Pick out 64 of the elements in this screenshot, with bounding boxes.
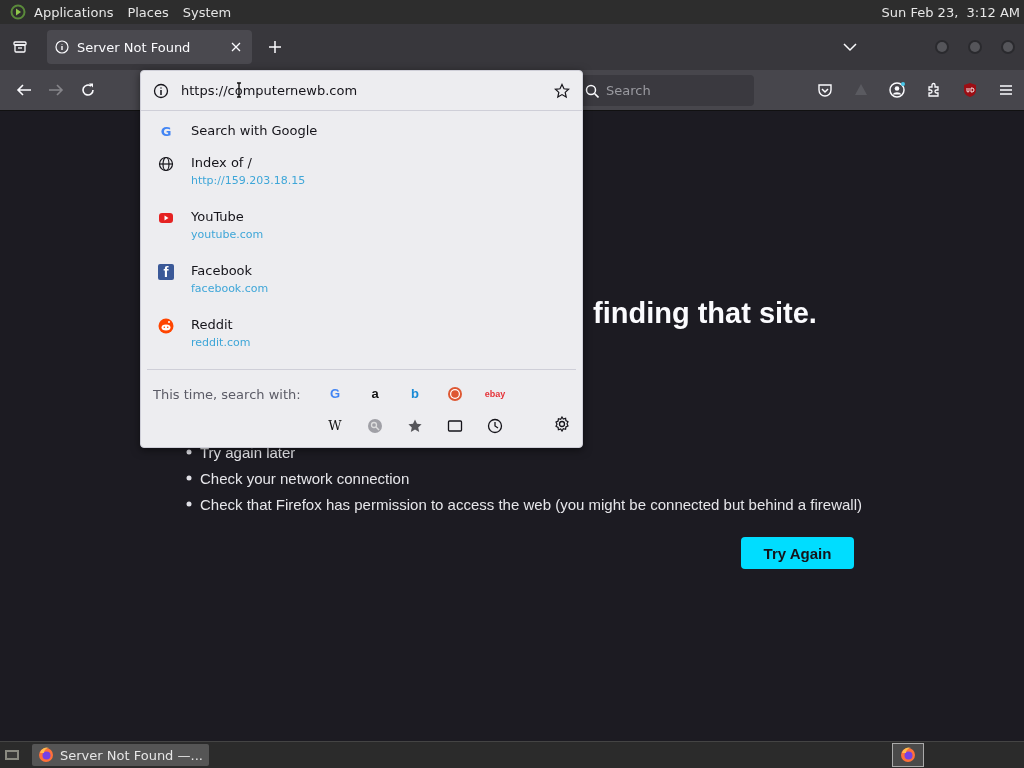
search-engine-icon[interactable] bbox=[447, 386, 463, 402]
browser-logo-icon bbox=[900, 747, 916, 763]
suggestion-url: http://159.203.18.15 bbox=[191, 174, 306, 187]
globe-icon bbox=[158, 156, 174, 172]
taskbar-window-title: Server Not Found —... bbox=[60, 747, 203, 763]
search-engine-button[interactable]: ebay bbox=[484, 386, 506, 402]
site-logo: f bbox=[158, 264, 174, 280]
suggestion-title: Facebook bbox=[191, 263, 254, 278]
suggestion-item[interactable]: YouTube youtube.com bbox=[141, 203, 582, 257]
clock-text: Sun Feb 23, 3:12 AM bbox=[881, 4, 1020, 20]
show-desktop-icon[interactable] bbox=[4, 747, 20, 763]
panel-menu[interactable]: Applications bbox=[34, 4, 114, 20]
browser-tab[interactable]: Server Not Found bbox=[47, 30, 252, 64]
pocket-icon[interactable] bbox=[817, 82, 833, 98]
tip-text: Try again later bbox=[200, 443, 296, 461]
account-icon[interactable] bbox=[889, 81, 906, 99]
close-icon[interactable] bbox=[230, 41, 242, 53]
chevron-down-icon[interactable] bbox=[843, 42, 857, 52]
bullet-icon bbox=[186, 475, 192, 481]
site-logo-icon bbox=[158, 210, 174, 226]
tab-overview-icon[interactable] bbox=[12, 39, 28, 55]
workspace-switcher[interactable] bbox=[892, 743, 924, 767]
suggestion-title: Reddit bbox=[191, 317, 234, 332]
puzzle-icon[interactable] bbox=[926, 82, 942, 98]
menu-icon[interactable] bbox=[998, 82, 1014, 98]
bullet-icon bbox=[186, 449, 192, 455]
star-icon[interactable] bbox=[554, 82, 570, 99]
panel-menu[interactable]: System bbox=[182, 4, 232, 20]
search-engine-logo: G bbox=[160, 124, 172, 140]
taskbar-window-button[interactable]: Server Not Found —... bbox=[32, 744, 209, 766]
tip-text: Check that Firefox has permission to access the web (you might be connected but behind a firewall) bbox=[200, 495, 862, 513]
suggestion-url: youtube.com bbox=[191, 228, 264, 241]
new-tab-icon[interactable] bbox=[268, 40, 282, 54]
suggestion-title: Index of / bbox=[191, 155, 253, 170]
search-icon bbox=[585, 83, 599, 98]
suggestion-item[interactable]: Index of / http://159.203.18.15 bbox=[141, 149, 582, 203]
site-logo-icon bbox=[158, 318, 174, 334]
browser-logo-icon bbox=[38, 747, 54, 763]
error-heading: finding that site. bbox=[593, 296, 817, 331]
search-engine-button[interactable]: a bbox=[371, 386, 379, 402]
shield-icon[interactable] bbox=[962, 82, 978, 98]
tab-title: Server Not Found bbox=[77, 39, 192, 55]
suggestion-url: facebook.com bbox=[191, 282, 269, 295]
clock-icon[interactable] bbox=[487, 418, 503, 434]
suggestion-title: YouTube bbox=[191, 209, 245, 224]
settings-icon[interactable] bbox=[554, 416, 570, 432]
panel-menu[interactable]: Places bbox=[127, 4, 169, 20]
reload-icon[interactable] bbox=[80, 82, 96, 98]
tip-text: Check your network connection bbox=[200, 469, 410, 487]
info-icon bbox=[55, 40, 69, 54]
suggestion-item[interactable]: G Search with Google bbox=[141, 117, 582, 149]
bullet-icon bbox=[186, 501, 192, 507]
suggestion-item[interactable]: f Facebook facebook.com bbox=[141, 257, 582, 311]
search-engine-button[interactable]: W bbox=[328, 418, 342, 434]
try-again-button[interactable]: Try Again bbox=[741, 537, 854, 569]
info-icon[interactable] bbox=[153, 82, 169, 99]
tab-icon[interactable] bbox=[447, 418, 463, 434]
search-with-label: This time, search with: bbox=[153, 387, 302, 402]
back-icon[interactable] bbox=[16, 82, 32, 98]
suggestion-url: reddit.com bbox=[191, 336, 251, 349]
suggestion-title: Search with Google bbox=[191, 123, 318, 138]
distro-logo-icon[interactable] bbox=[10, 4, 26, 20]
suggestion-item[interactable]: Reddit reddit.com bbox=[141, 311, 582, 365]
star-icon[interactable] bbox=[407, 418, 423, 434]
